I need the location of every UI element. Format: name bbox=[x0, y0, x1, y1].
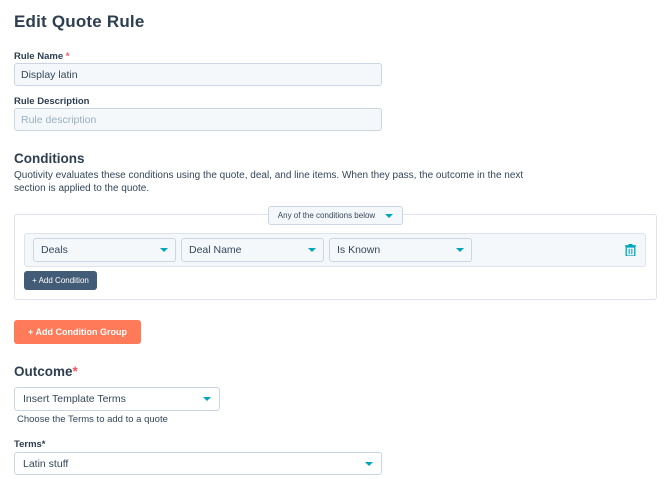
outcome-title-text: Outcome bbox=[14, 364, 73, 379]
conditions-help-line: Quotivity evaluates these conditions usi… bbox=[14, 170, 524, 181]
trash-icon[interactable] bbox=[625, 244, 636, 256]
caret-down-icon bbox=[203, 397, 211, 401]
outcome-help: Choose the Terms to add to a quote bbox=[17, 414, 168, 425]
page-title: Edit Quote Rule bbox=[14, 12, 145, 31]
add-condition-button[interactable]: + Add Condition bbox=[24, 271, 97, 290]
add-condition-group-button[interactable]: + Add Condition Group bbox=[14, 320, 141, 344]
outcome-action-value: Insert Template Terms bbox=[23, 393, 126, 405]
rule-name-label: Rule Name * bbox=[14, 51, 69, 62]
caret-down-icon bbox=[160, 248, 168, 252]
condition-property-select[interactable]: Deal Name bbox=[181, 238, 324, 262]
rule-description-label: Rule Description bbox=[14, 96, 90, 107]
condition-operator-select[interactable]: Is Known bbox=[329, 238, 472, 262]
caret-down-icon bbox=[456, 248, 464, 252]
terms-label: Terms* bbox=[14, 439, 46, 450]
caret-down-icon bbox=[385, 213, 394, 218]
required-mark: * bbox=[72, 364, 78, 379]
conditions-help-line: section is applied to the quote. bbox=[14, 182, 150, 194]
condition-object-select[interactable]: Deals bbox=[33, 238, 176, 262]
conditions-title: Conditions bbox=[14, 151, 85, 166]
condition-logic-value: Any of the conditions below bbox=[277, 211, 376, 220]
conditions-help: Quotivity evaluates these conditions usi… bbox=[14, 170, 554, 195]
caret-down-icon bbox=[365, 461, 373, 466]
condition-property-value: Deal Name bbox=[189, 244, 242, 256]
required-mark: * bbox=[65, 51, 70, 62]
terms-value: Latin stuff bbox=[23, 457, 69, 470]
condition-operator-value: Is Known bbox=[337, 244, 381, 256]
outcome-action-select[interactable]: Insert Template Terms bbox=[14, 387, 220, 411]
condition-logic-select[interactable]: Any of the conditions below bbox=[268, 206, 403, 225]
condition-object-value: Deals bbox=[41, 244, 68, 256]
outcome-title: Outcome* bbox=[14, 364, 78, 379]
rule-description-input[interactable]: Rule description bbox=[14, 108, 382, 131]
rule-name-input[interactable]: Display latin bbox=[14, 63, 382, 86]
terms-select[interactable]: Latin stuff bbox=[14, 452, 382, 475]
rule-name-label-text: Rule Name bbox=[14, 51, 64, 62]
caret-down-icon bbox=[308, 248, 316, 252]
